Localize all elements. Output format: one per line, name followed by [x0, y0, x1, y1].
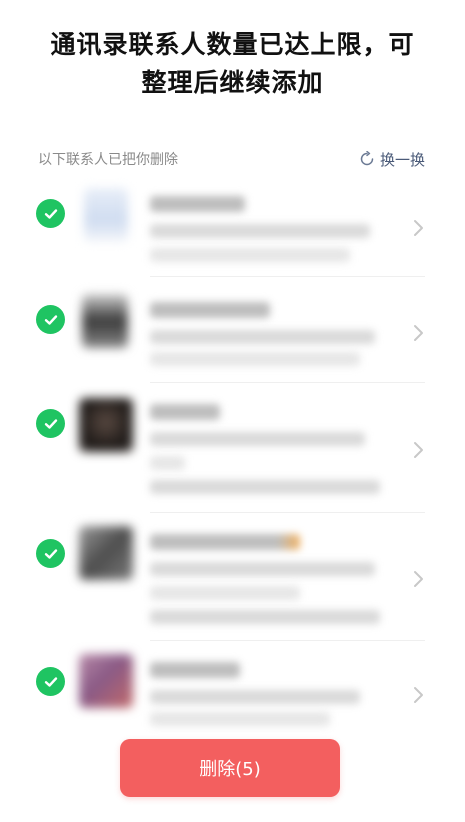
check-icon[interactable] — [36, 409, 65, 438]
check-icon[interactable] — [36, 667, 65, 696]
chevron-right-icon[interactable] — [410, 323, 426, 343]
avatar — [82, 294, 128, 348]
avatar — [79, 654, 133, 708]
contact-name-blurred — [150, 534, 300, 550]
contact-name-blurred — [150, 302, 270, 318]
check-icon[interactable] — [36, 199, 65, 228]
section-label: 以下联系人已把你删除 — [38, 152, 178, 168]
page-title: 通讯录联系人数量已达上限，可 整理后继续添加 — [0, 26, 465, 102]
divider — [150, 382, 425, 383]
contact-detail-blurred — [150, 690, 360, 704]
contact-detail-blurred — [150, 610, 380, 624]
chevron-right-icon[interactable] — [410, 569, 426, 589]
contact-detail-blurred — [150, 224, 370, 238]
contact-detail-blurred — [150, 586, 300, 600]
divider — [150, 640, 425, 641]
refresh-button[interactable]: 换一换 — [359, 149, 425, 170]
avatar — [84, 188, 128, 242]
check-icon[interactable] — [36, 305, 65, 334]
contact-detail-blurred — [150, 456, 185, 470]
delete-button[interactable]: 删除(5) — [120, 739, 340, 797]
contact-detail-blurred — [150, 352, 360, 366]
page-title-line-1: 通讯录联系人数量已达上限，可 — [50, 30, 415, 59]
refresh-icon — [359, 151, 375, 167]
contact-detail-blurred — [150, 562, 375, 576]
contact-detail-blurred — [150, 330, 375, 344]
chevron-right-icon[interactable] — [410, 685, 426, 705]
chevron-right-icon[interactable] — [410, 440, 426, 460]
contact-name-blurred — [150, 196, 245, 212]
contact-name-blurred — [150, 404, 220, 420]
refresh-label: 换一换 — [379, 150, 425, 169]
page-title-line-2: 整理后继续添加 — [141, 68, 324, 97]
contact-detail-blurred — [150, 248, 350, 262]
divider — [150, 512, 425, 513]
contact-detail-blurred — [150, 712, 330, 726]
contact-detail-blurred — [150, 432, 365, 446]
contact-name-blurred — [150, 662, 240, 678]
chevron-right-icon[interactable] — [410, 218, 426, 238]
avatar — [79, 398, 133, 452]
contact-detail-blurred — [150, 480, 380, 494]
check-icon[interactable] — [36, 539, 65, 568]
divider — [150, 276, 425, 277]
avatar — [79, 526, 133, 580]
section-header: 以下联系人已把你删除 换一换 — [38, 146, 425, 172]
